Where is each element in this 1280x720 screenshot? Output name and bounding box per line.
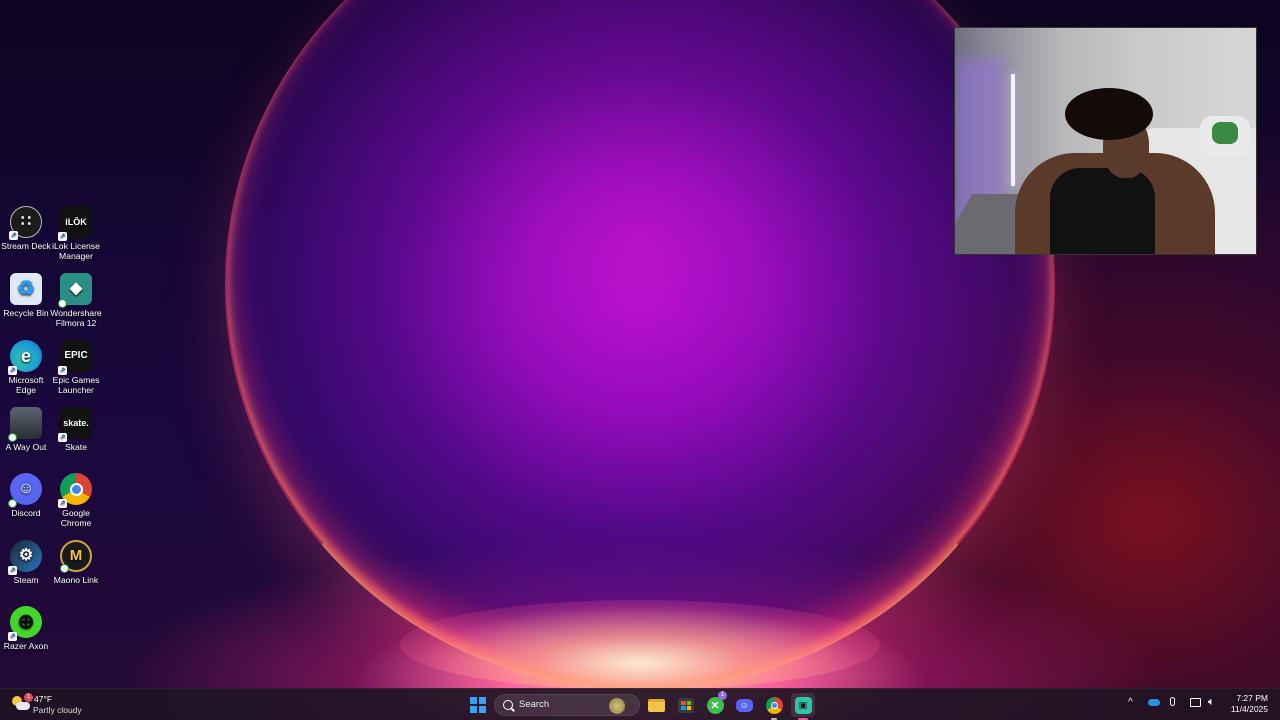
desktop-icon-a-way-out[interactable]: A Way Out <box>0 407 52 452</box>
desktop-icon-steam[interactable]: ⚙ ↗ Steam <box>0 540 52 585</box>
sync-status-icon <box>60 564 69 573</box>
desktop-icon-recycle-bin[interactable]: ♻ Recycle Bin <box>0 273 52 318</box>
chrome-icon: ↗ <box>58 473 92 508</box>
desktop-icon-label: Wondershare Filmora 12 <box>50 308 102 328</box>
desktop-icon-skate[interactable]: skate. ↗ Skate <box>50 407 102 452</box>
steam-icon: ⚙ ↗ <box>8 540 42 575</box>
weather-widget[interactable]: 1 47°F Partly cloudy <box>10 693 110 717</box>
a-way-out-icon <box>8 407 42 442</box>
volume-icon[interactable]: 🔈︎ <box>1208 696 1215 709</box>
weather-description: Partly cloudy <box>33 705 82 715</box>
shortcut-arrow-icon: ↗ <box>8 632 17 641</box>
show-hidden-icons-button[interactable]: ^ <box>1128 697 1133 708</box>
edge-icon: e ↗ <box>8 340 42 375</box>
microsoft-store-icon <box>678 697 694 713</box>
desktop-icon-edge[interactable]: e ↗ Microsoft Edge <box>0 340 52 395</box>
desktop-icon-label: Maono Link <box>53 575 99 585</box>
desktop-icon-label: Recycle Bin <box>3 308 49 318</box>
desktop-icon-chrome[interactable]: ↗ Google Chrome <box>50 473 102 528</box>
network-icon[interactable] <box>1190 698 1201 707</box>
desktop-icon-label: Stream Deck <box>1 241 51 251</box>
xbox-button[interactable]: ✕ 1 <box>703 691 727 717</box>
file-explorer-button[interactable] <box>644 693 668 717</box>
stream-deck-icon: ∷ ↗ <box>9 206 42 240</box>
chrome-taskbar-icon <box>765 696 783 714</box>
discord-taskbar-icon: ☺ <box>735 698 753 712</box>
chrome-taskbar-button[interactable] <box>762 693 786 720</box>
chevron-up-icon: ^ <box>1128 697 1133 708</box>
file-explorer-icon <box>647 698 665 712</box>
active-app-button[interactable]: ▣ <box>791 693 815 720</box>
desktop-icon-label: Microsoft Edge <box>8 375 44 395</box>
search-box[interactable]: Search <box>494 694 640 716</box>
desktop-icon-maono-link[interactable]: M Maono Link <box>50 540 102 585</box>
search-highlight-icon <box>609 698 625 714</box>
microsoft-store-button[interactable] <box>674 693 698 717</box>
taskbar: 1 47°F Partly cloudy Search ✕ 1 ☺ ▣ ^ 🔈︎… <box>0 688 1280 720</box>
notification-badge: 1 <box>718 691 727 700</box>
desktop-icon-epic-games[interactable]: EPIC ↗ Epic Games Launcher <box>50 340 102 395</box>
recycle-bin-icon: ♻ <box>10 273 42 305</box>
desktop-icon-label: A Way Out <box>5 442 47 452</box>
epic-games-icon: EPIC ↗ <box>58 340 92 375</box>
desktop-icon-label: Razer Axon <box>3 641 49 651</box>
clock-time: 7:27 PM <box>1236 693 1268 703</box>
clock[interactable]: 7:27 PM 11/4/2025 <box>1231 693 1268 715</box>
partly-cloudy-icon: 1 <box>12 693 33 712</box>
weather-temperature: 47°F <box>34 694 53 704</box>
windows-icon <box>470 697 486 713</box>
wallpaper-orb <box>225 0 1055 690</box>
desktop-icon-stream-deck[interactable]: ∷ ↗ Stream Deck <box>0 206 52 251</box>
maono-link-icon: M <box>60 540 92 573</box>
desktop-icon-discord[interactable]: ☺ Discord <box>0 473 52 518</box>
microphone-icon[interactable] <box>1170 697 1175 706</box>
wallpaper-glow <box>400 600 880 690</box>
sync-status-icon <box>58 299 67 308</box>
desktop-icon-razer-axon[interactable]: ⊕ ↗ Razer Axon <box>0 606 52 651</box>
weather-badge: 1 <box>24 693 33 702</box>
search-icon <box>503 700 513 710</box>
active-app-icon: ▣ <box>794 696 812 714</box>
desktop-icon-label: Discord <box>11 508 41 518</box>
webcam-overlay <box>954 27 1257 255</box>
sync-status-icon <box>8 433 17 442</box>
skate-icon: skate. ↗ <box>58 407 92 442</box>
desktop-icon-filmora[interactable]: ◆ Wondershare Filmora 12 <box>50 273 102 328</box>
shortcut-arrow-icon: ↗ <box>58 433 67 442</box>
desktop-icon-label: Steam <box>13 575 39 585</box>
system-tray: ^ 🔈︎ 7:27 PM 11/4/2025 <box>1120 689 1280 720</box>
start-button[interactable] <box>466 693 490 717</box>
desktop-icon-ilok[interactable]: iLŌK ↗ iLok License Manager <box>50 206 102 261</box>
clock-date: 11/4/2025 <box>1230 704 1268 714</box>
desktop-icon-label: Google Chrome <box>60 508 92 528</box>
shortcut-arrow-icon: ↗ <box>8 366 17 375</box>
shortcut-arrow-icon: ↗ <box>58 499 67 508</box>
desktop-icon-label: iLok License Manager <box>52 241 100 261</box>
onedrive-icon[interactable] <box>1148 699 1160 706</box>
razer-axon-icon: ⊕ ↗ <box>8 606 42 641</box>
shortcut-arrow-icon: ↗ <box>9 231 18 240</box>
filmora-icon: ◆ <box>58 273 92 308</box>
discord-icon: ☺ <box>8 473 42 508</box>
desktop-icon-label: Skate <box>65 442 87 452</box>
shortcut-arrow-icon: ↗ <box>8 566 17 575</box>
search-label: Search <box>519 699 550 710</box>
discord-taskbar-button[interactable]: ☺ <box>732 693 756 717</box>
shortcut-arrow-icon: ↗ <box>58 366 67 375</box>
floor-lamp <box>1011 74 1015 186</box>
shortcut-arrow-icon: ↗ <box>58 232 67 241</box>
desktop-icon-label: Epic Games Launcher <box>52 375 100 395</box>
sync-status-icon <box>8 499 17 508</box>
ilok-icon: iLŌK ↗ <box>58 206 92 241</box>
